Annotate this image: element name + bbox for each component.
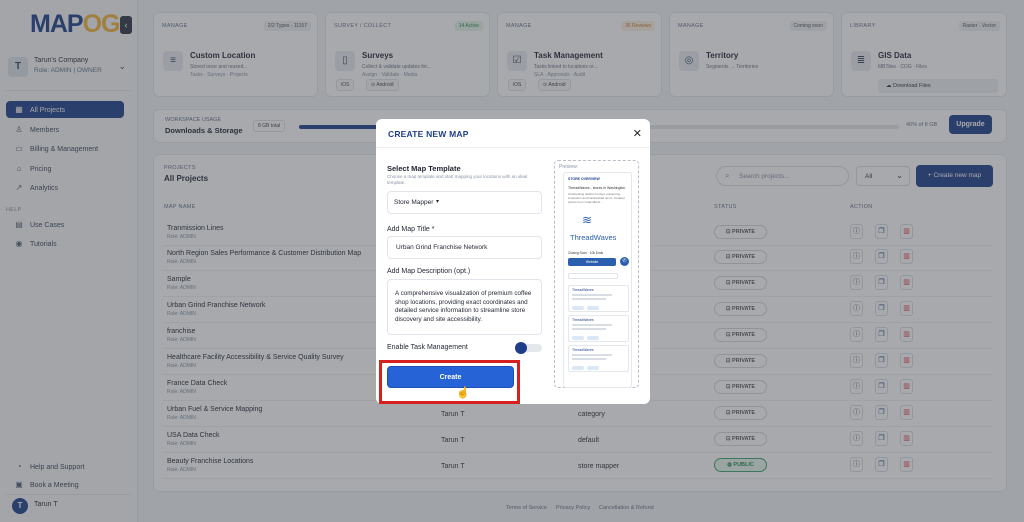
close-icon[interactable]: ✕ <box>633 127 642 140</box>
task-management-label: Enable Task Management <box>387 344 468 351</box>
map-description-textarea[interactable]: A comprehensive visualization of premium… <box>387 279 542 335</box>
template-help: Choose a map template and start mapping … <box>387 174 528 185</box>
template-select[interactable]: Store Mapper ▾ <box>387 191 542 214</box>
preview-store-name: ThreadWaves - stores in Washington <box>568 186 626 190</box>
modal-title: CREATE NEW MAP <box>388 129 469 139</box>
preview-store-card: ThreadWaves <box>568 285 629 312</box>
phone-icon: ✆ <box>620 257 629 266</box>
preview-overview: STORE OVERVIEW <box>568 177 600 181</box>
map-title-input[interactable]: Urban Grind Franchise Network <box>387 236 542 259</box>
preview-brand: ThreadWaves <box>570 233 617 242</box>
toggle-knob <box>515 342 527 354</box>
template-preview: Preview: STORE OVERVIEW ThreadWaves - st… <box>554 160 639 388</box>
task-management-toggle[interactable] <box>515 342 542 354</box>
preview-closing: Closing Soon · 10k Ends <box>568 251 604 255</box>
preview-website-button: Website <box>568 258 616 266</box>
template-label: Select Map Template <box>387 164 461 173</box>
cursor-hand-icon: ☝ <box>456 387 470 399</box>
preview-label: Preview: <box>559 164 579 170</box>
threadwaves-logo: ≋ <box>582 213 592 227</box>
create-button[interactable]: Create <box>387 366 514 388</box>
preview-store-desc: Outstanding fashion houses presenting in… <box>568 192 625 204</box>
preview-store-card: ThreadWaves <box>568 345 629 372</box>
caret-down-icon: ▾ <box>436 199 440 205</box>
map-title-label: Add Map Title * <box>387 226 435 233</box>
map-description-label: Add Map Description (opt.) <box>387 268 471 275</box>
preview-store-card: ThreadWaves <box>568 315 629 342</box>
